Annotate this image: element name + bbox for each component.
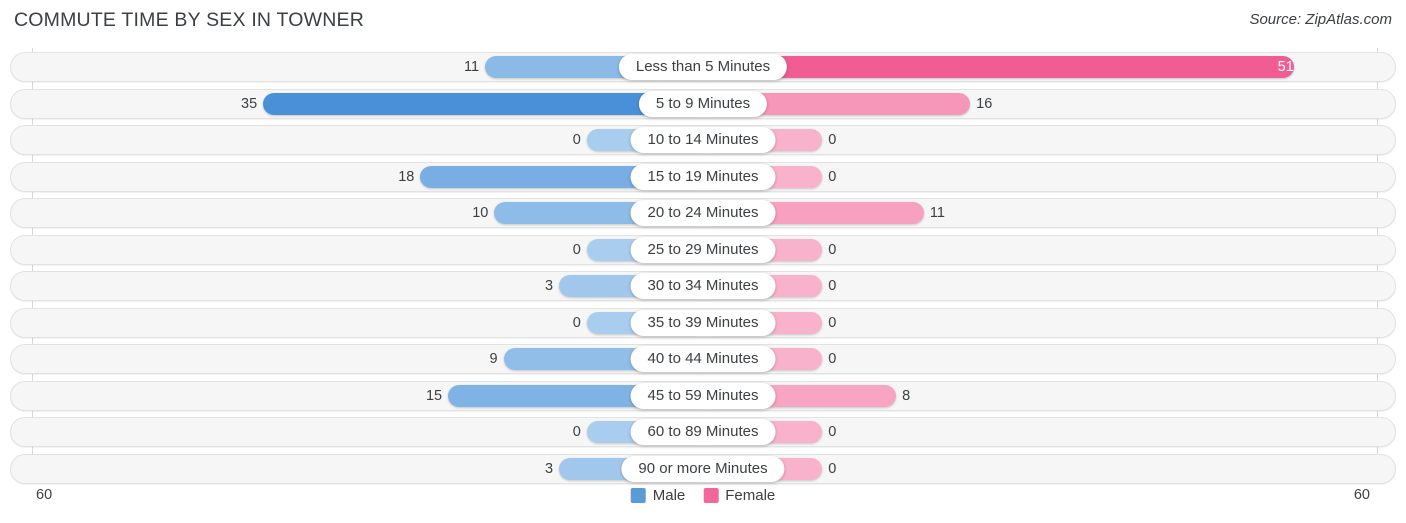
bar-half-female: 8	[704, 384, 1378, 407]
bar-value-label-male: 35	[241, 95, 258, 112]
chart-legend: Male Female	[630, 487, 775, 504]
bar-row: 0 0 10 to 14 Minutes	[10, 125, 1396, 155]
axis-tick-right: 60	[1353, 487, 1370, 503]
chart-footer: 60 60 Male Female	[0, 480, 1406, 523]
bar-half-female: 0	[704, 238, 1378, 261]
bar-value-label-male: 3	[545, 460, 554, 477]
bar-value-label-male: 15	[425, 387, 443, 404]
bar-row: 11 51 Less than 5 Minutes	[10, 52, 1396, 82]
bar-half-male: 3	[32, 275, 705, 297]
bar-female[interactable]	[704, 56, 1294, 78]
axis-tick-left: 60	[36, 487, 53, 503]
bar-half-female: 16	[704, 92, 1378, 115]
bar-half-female: 0	[704, 129, 1378, 151]
legend-swatch-icon	[630, 488, 646, 503]
bar-row: 3 0 30 to 34 Minutes	[10, 271, 1396, 301]
bar-value-label-male: 0	[572, 241, 581, 258]
bar-value-label-male: 0	[572, 424, 581, 440]
bar-half-male: 0	[32, 238, 705, 261]
bar-row: 0 0 25 to 29 Minutes	[10, 234, 1396, 265]
bar-value-label-female: 0	[828, 351, 837, 367]
bar-half-male: 3	[32, 457, 705, 480]
bar-row: 9 0 40 to 44 Minutes	[10, 344, 1396, 374]
bar-value-label-male: 10	[472, 205, 489, 221]
bar-half-female: 0	[704, 311, 1378, 334]
category-label: 40 to 44 Minutes	[630, 346, 776, 372]
category-label: 25 to 29 Minutes	[630, 236, 776, 263]
bar-value-label-male: 9	[489, 351, 498, 367]
category-label: 60 to 89 Minutes	[630, 419, 776, 445]
bar-value-label-female: 0	[828, 424, 837, 440]
bar-half-male: 10	[32, 202, 705, 224]
bar-half-female: 0	[704, 165, 1378, 188]
bar-value-label-female: 0	[828, 132, 837, 148]
bar-half-male: 9	[32, 348, 705, 370]
bar-half-female: 51	[704, 56, 1378, 78]
bar-row: 10 11 20 to 24 Minutes	[10, 198, 1396, 228]
bar-half-male: 0	[32, 421, 705, 443]
bar-row: 0 0 35 to 39 Minutes	[10, 307, 1396, 338]
category-label: 90 or more Minutes	[621, 455, 785, 482]
bar-half-male: 18	[32, 165, 705, 188]
bar-value-label-female: 0	[828, 314, 837, 331]
legend-swatch-icon	[703, 488, 719, 503]
bar-value-label-male: 3	[545, 278, 554, 294]
bar-half-male: 11	[32, 56, 705, 78]
legend-item-male[interactable]: Male	[630, 487, 686, 504]
category-label: 10 to 14 Minutes	[630, 127, 776, 153]
bar-row: 0 0 60 to 89 Minutes	[10, 417, 1396, 447]
category-label: 5 to 9 Minutes	[638, 90, 768, 117]
bar-half-male: 15	[32, 384, 705, 407]
bar-half-female: 0	[704, 421, 1378, 443]
bar-half-male: 0	[32, 311, 705, 334]
category-label: 20 to 24 Minutes	[630, 200, 776, 226]
bar-row: 18 0 15 to 19 Minutes	[10, 161, 1396, 192]
bar-half-female: 0	[704, 457, 1378, 480]
bar-half-male: 0	[32, 129, 705, 151]
bar-half-female: 11	[704, 202, 1378, 224]
bar-row: 35 16 5 to 9 Minutes	[10, 88, 1396, 119]
category-label: 45 to 59 Minutes	[630, 382, 776, 409]
bar-value-label-female: 0	[828, 460, 837, 477]
bar-value-label-female: 51	[1277, 59, 1294, 75]
bar-value-label-male: 0	[572, 314, 581, 331]
category-label: 15 to 19 Minutes	[630, 163, 776, 190]
chart-plot-area: 11 51 Less than 5 Minutes 35 16 5 to 9 Minute…	[0, 48, 1406, 484]
bar-row: 3 0 90 or more Minutes	[10, 453, 1396, 484]
bar-value-label-female: 16	[976, 95, 993, 112]
bar-value-label-female: 0	[828, 241, 837, 258]
bar-value-label-female: 11	[929, 205, 945, 221]
bar-value-label-male: 0	[572, 132, 581, 148]
bar-value-label-female: 0	[828, 168, 837, 185]
bar-value-label-male: 11	[464, 59, 480, 75]
bar-value-label-male: 18	[398, 168, 415, 185]
legend-label: Female	[725, 487, 776, 504]
page-title: COMMUTE TIME BY SEX IN TOWNER	[14, 9, 364, 31]
category-label: 30 to 34 Minutes	[630, 273, 776, 299]
bar-value-label-female: 0	[828, 278, 837, 294]
legend-label: Male	[652, 487, 686, 504]
category-label: 35 to 39 Minutes	[630, 309, 776, 336]
legend-item-female[interactable]: Female	[703, 487, 775, 504]
source-attribution: Source: ZipAtlas.com	[1249, 11, 1392, 28]
category-label: Less than 5 Minutes	[618, 54, 788, 80]
bar-half-male: 35	[32, 92, 705, 115]
bar-half-female: 0	[704, 275, 1378, 297]
chart-header: COMMUTE TIME BY SEX IN TOWNER Source: Zi…	[0, 0, 1406, 42]
bar-row: 15 8 45 to 59 Minutes	[10, 380, 1396, 411]
bar-half-female: 0	[704, 348, 1378, 370]
bar-value-label-female: 8	[902, 387, 911, 404]
